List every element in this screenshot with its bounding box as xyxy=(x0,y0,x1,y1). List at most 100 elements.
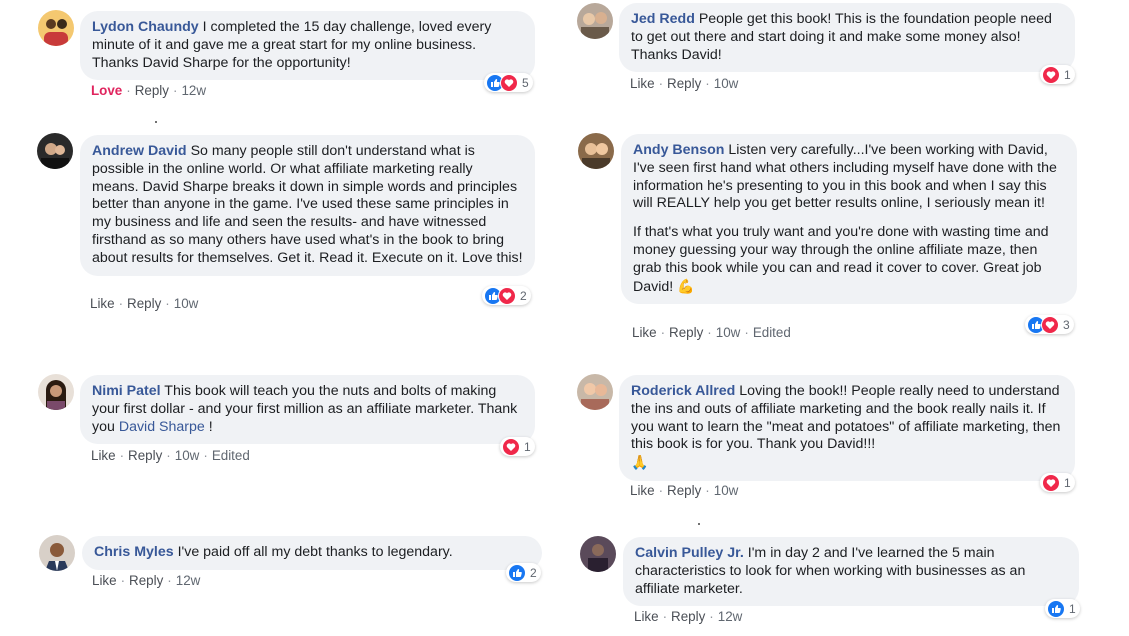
timestamp[interactable]: 12w xyxy=(718,609,743,624)
separator: · xyxy=(658,76,664,91)
separator: · xyxy=(705,76,710,91)
like-button[interactable]: Like xyxy=(632,325,657,340)
timestamp[interactable]: 10w xyxy=(714,483,739,498)
comment-actions: Like · Reply · 10w · Edited xyxy=(632,325,791,340)
reply-button[interactable]: Reply xyxy=(129,573,163,588)
heart-icon xyxy=(1042,473,1060,492)
comment-bubble: Jed Redd People get this book! This is t… xyxy=(619,3,1075,73)
comment-text-continued: If that's what you truly want and you're… xyxy=(633,224,1049,295)
reply-button[interactable]: Reply xyxy=(667,483,701,498)
reaction-count: 2 xyxy=(520,288,527,303)
commenter-name[interactable]: Andy Benson xyxy=(633,142,724,158)
comment-text: I've paid off all my debt thanks to lege… xyxy=(177,544,453,560)
comment-actions: Like · Reply · 12w xyxy=(92,573,200,588)
like-icon xyxy=(1047,599,1065,618)
reply-button[interactable]: Reply xyxy=(127,296,161,311)
comment-actions: Like · Reply · 10w xyxy=(630,483,738,498)
reaction-count: 1 xyxy=(1064,67,1071,82)
comment-bubble: Calvin Pulley Jr. I'm in day 2 and I've … xyxy=(623,537,1079,607)
separator: · xyxy=(660,325,666,340)
comment-actions: Love · Reply · 12w xyxy=(91,83,206,98)
separator: · xyxy=(119,448,125,463)
separator: · xyxy=(118,296,124,311)
comment-bubble: Chris Myles I've paid off all my debt th… xyxy=(82,536,542,570)
love-reaction-button[interactable]: Love xyxy=(91,83,122,98)
like-button[interactable]: Like xyxy=(634,609,659,624)
mention-link[interactable]: David Sharpe xyxy=(119,419,205,435)
reaction-summary[interactable]: 1 xyxy=(1040,65,1075,84)
reply-button[interactable]: Reply xyxy=(671,609,705,624)
comment-bubble: Roderick Allred Loving the book!! People… xyxy=(619,375,1075,481)
commenter-name[interactable]: Chris Myles xyxy=(94,544,174,560)
timestamp[interactable]: 12w xyxy=(176,573,201,588)
like-button[interactable]: Like xyxy=(91,448,116,463)
avatar[interactable] xyxy=(39,535,75,571)
divider-dot xyxy=(698,523,700,525)
timestamp[interactable]: 10w xyxy=(714,76,739,91)
heart-icon xyxy=(1041,315,1059,334)
reply-button[interactable]: Reply xyxy=(135,83,169,98)
reaction-count: 5 xyxy=(522,75,529,90)
reaction-summary[interactable]: 1 xyxy=(1045,599,1080,618)
folded-hands-emoji-icon: 🙏 xyxy=(631,454,649,471)
heart-icon xyxy=(1042,65,1060,84)
separator: · xyxy=(705,483,710,498)
like-button[interactable]: Like xyxy=(630,76,655,91)
separator: · xyxy=(709,609,714,624)
reaction-summary[interactable]: 5 xyxy=(484,73,533,92)
avatar[interactable] xyxy=(38,10,74,46)
comment-bubble: Lydon Chaundy I completed the 15 day cha… xyxy=(80,11,535,81)
avatar[interactable] xyxy=(37,133,73,169)
like-button[interactable]: Like xyxy=(90,296,115,311)
commenter-name[interactable]: Jed Redd xyxy=(631,11,695,27)
avatar[interactable] xyxy=(38,374,74,410)
timestamp[interactable]: 10w xyxy=(175,448,200,463)
commenter-name[interactable]: Lydon Chaundy xyxy=(92,19,199,35)
comment-actions: Like · Reply · 12w xyxy=(634,609,742,624)
reaction-summary[interactable]: 2 xyxy=(482,286,531,305)
reaction-count: 1 xyxy=(1064,475,1071,490)
commenter-name[interactable]: Roderick Allred xyxy=(631,383,735,399)
commenter-name[interactable]: Nimi Patel xyxy=(92,383,161,399)
reaction-summary[interactable]: 1 xyxy=(1040,473,1075,492)
separator: · xyxy=(167,573,172,588)
separator: · xyxy=(203,448,208,463)
avatar[interactable] xyxy=(580,536,616,572)
reply-button[interactable]: Reply xyxy=(669,325,703,340)
separator: · xyxy=(172,83,178,98)
separator: · xyxy=(166,448,171,463)
like-button[interactable]: Like xyxy=(92,573,117,588)
separator: · xyxy=(120,573,126,588)
avatar[interactable] xyxy=(577,374,613,410)
heart-icon xyxy=(500,73,518,92)
comment-actions: Like · Reply · 10w · Edited xyxy=(91,448,250,463)
avatar[interactable] xyxy=(578,133,614,169)
timestamp[interactable]: 12w xyxy=(181,83,206,98)
reaction-summary[interactable]: 1 xyxy=(500,437,535,456)
reply-button[interactable]: Reply xyxy=(667,76,701,91)
separator: · xyxy=(662,609,668,624)
reaction-count: 2 xyxy=(530,565,537,580)
comment-text: So many people still don't understand wh… xyxy=(92,143,523,266)
avatar[interactable] xyxy=(577,3,613,39)
like-icon xyxy=(508,563,526,582)
divider-dot xyxy=(155,121,157,123)
separator: · xyxy=(658,483,664,498)
comment-actions: Like · Reply · 10w xyxy=(90,296,198,311)
like-button[interactable]: Like xyxy=(630,483,655,498)
reply-button[interactable]: Reply xyxy=(128,448,162,463)
timestamp[interactable]: 10w xyxy=(174,296,199,311)
flexed-biceps-emoji-icon: 💪 xyxy=(677,277,695,294)
reaction-summary[interactable]: 3 xyxy=(1025,315,1074,334)
timestamp[interactable]: 10w xyxy=(716,325,741,340)
edited-label[interactable]: Edited xyxy=(753,325,791,340)
separator: · xyxy=(165,296,170,311)
comment-text-end: ! xyxy=(204,418,213,435)
reaction-summary[interactable]: 2 xyxy=(506,563,541,582)
edited-label[interactable]: Edited xyxy=(212,448,250,463)
separator: · xyxy=(744,325,749,340)
commenter-name[interactable]: Calvin Pulley Jr. xyxy=(635,545,744,561)
commenter-name[interactable]: Andrew David xyxy=(92,143,187,159)
reaction-count: 3 xyxy=(1063,317,1070,332)
comment-bubble: Andy Benson Listen very carefully...I've… xyxy=(621,134,1077,305)
